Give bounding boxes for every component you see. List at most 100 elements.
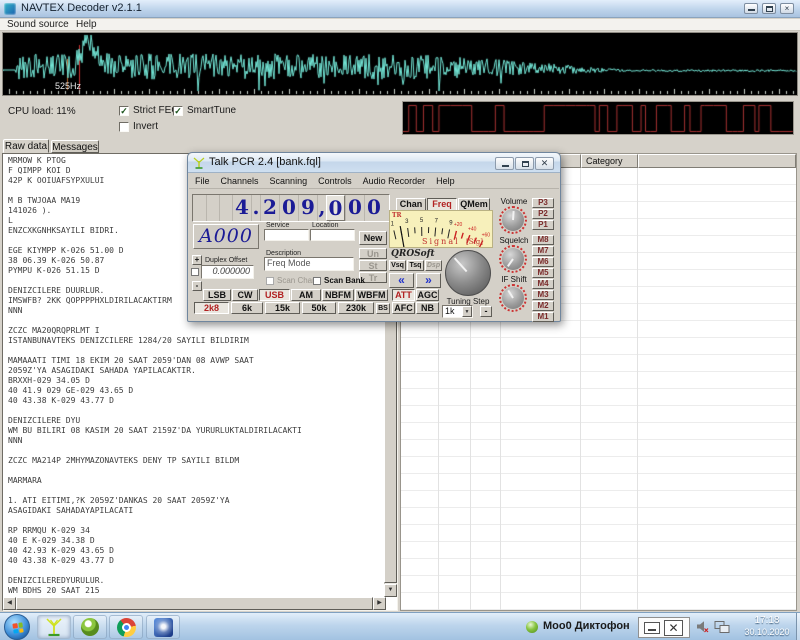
- att-button[interactable]: ATT: [392, 289, 415, 301]
- scroll-right-button[interactable]: ▶: [373, 597, 386, 610]
- mode-am-button[interactable]: AM: [291, 289, 321, 301]
- navtex-titlebar[interactable]: NAVTEX Decoder v2.1.1 ×: [0, 0, 800, 18]
- un-button[interactable]: Un: [359, 248, 387, 259]
- tp-menu-channels[interactable]: Channels: [221, 176, 259, 186]
- invert-checkbox[interactable]: Invert: [119, 121, 158, 132]
- start-button[interactable]: [4, 614, 30, 640]
- tune-down-button[interactable]: «: [389, 273, 414, 288]
- mode-lsb-button[interactable]: LSB: [203, 289, 231, 301]
- tuning-knob[interactable]: [445, 250, 491, 296]
- p2-button[interactable]: P2: [532, 209, 554, 219]
- smarttune-checkbox-box[interactable]: ✓: [173, 106, 183, 116]
- if-shift-knob[interactable]: [499, 284, 527, 312]
- smarttune-checkbox[interactable]: ✓ SmartTune: [173, 105, 236, 116]
- horizontal-scroll-thumb[interactable]: [16, 597, 373, 610]
- new-button[interactable]: New: [359, 231, 387, 245]
- frequency-digit-cell[interactable]: 0: [279, 195, 298, 221]
- tp-menu-audio-recorder[interactable]: Audio Recorder: [363, 176, 426, 186]
- network-tray-icon[interactable]: [714, 620, 730, 634]
- duplex-checkbox[interactable]: [191, 268, 199, 276]
- mode-wbfm-button[interactable]: WBFM: [355, 289, 388, 301]
- tp-menu-file[interactable]: File: [195, 176, 210, 186]
- frequency-display[interactable]: 4.209,000: [192, 194, 390, 222]
- scan-chan-checkbox[interactable]: Scan Chan: [266, 276, 317, 285]
- filter-bs-button[interactable]: BS: [376, 303, 390, 314]
- tp-menu-controls[interactable]: Controls: [318, 176, 352, 186]
- p1-button[interactable]: P1: [532, 220, 554, 230]
- dropdown-arrow-icon[interactable]: ▼: [462, 306, 472, 317]
- squelch-knob[interactable]: [499, 245, 527, 273]
- m2-button[interactable]: M2: [532, 301, 554, 311]
- tp-menu-scanning[interactable]: Scanning: [270, 176, 308, 186]
- description-input[interactable]: Freq Mode: [264, 257, 354, 271]
- tab-raw-data[interactable]: Raw data: [3, 139, 49, 153]
- tp-menu-help[interactable]: Help: [436, 176, 455, 186]
- filter-15k-button[interactable]: 15k: [265, 302, 300, 314]
- service-input[interactable]: [264, 229, 309, 241]
- m4-button[interactable]: M4: [532, 279, 554, 289]
- mode-usb-button[interactable]: USB: [259, 289, 290, 301]
- filter-230k-button[interactable]: 230k: [338, 302, 374, 314]
- vsq-button[interactable]: Vsq: [389, 260, 406, 271]
- m1-button[interactable]: M1: [532, 312, 554, 322]
- menu-help[interactable]: Help: [76, 19, 97, 31]
- restore-button[interactable]: [762, 3, 776, 14]
- agc-button[interactable]: AGC: [416, 289, 439, 301]
- taskbar-item-chrome[interactable]: [109, 615, 143, 639]
- m8-button[interactable]: M8: [532, 235, 554, 245]
- minimize-button[interactable]: [744, 3, 758, 14]
- duplex-offset-value[interactable]: 0.000000: [201, 265, 254, 279]
- moo0-close-button[interactable]: ✕: [664, 620, 683, 636]
- afc-button[interactable]: AFC: [392, 302, 415, 314]
- menu-sound-source[interactable]: Sound source: [7, 19, 69, 31]
- frequency-digit-cell[interactable]: 9: [298, 195, 317, 221]
- scan-chan-checkbox-box[interactable]: [266, 277, 274, 285]
- scan-bank-checkbox[interactable]: Scan Bank: [313, 276, 365, 285]
- column-header-blank[interactable]: [638, 154, 796, 168]
- strict-fec-checkbox-box[interactable]: ✓: [119, 106, 129, 116]
- moo0-minimize-button[interactable]: [644, 622, 660, 634]
- filter-50k-button[interactable]: 50k: [302, 302, 336, 314]
- filter-2k8-button[interactable]: 2k8: [194, 302, 229, 314]
- invert-checkbox-box[interactable]: [119, 122, 129, 132]
- m3-button[interactable]: M3: [532, 290, 554, 300]
- frequency-digit-cell[interactable]: [219, 195, 232, 221]
- tsq-button[interactable]: Tsq: [407, 260, 424, 271]
- duplex-minus-button[interactable]: -: [192, 281, 202, 291]
- taskbar-item-navtex[interactable]: [146, 615, 180, 639]
- p3-button[interactable]: P3: [532, 198, 554, 208]
- frequency-digit-cell[interactable]: ,: [317, 195, 326, 221]
- spectrum-display[interactable]: 525Hz: [2, 32, 798, 96]
- scan-bank-checkbox-box[interactable]: [313, 277, 321, 285]
- column-header-category[interactable]: Category: [581, 154, 638, 168]
- location-input[interactable]: [310, 229, 355, 241]
- filter-6k-button[interactable]: 6k: [231, 302, 263, 314]
- frequency-digit-cell[interactable]: .: [251, 195, 260, 221]
- m5-button[interactable]: M5: [532, 268, 554, 278]
- tuning-step-select[interactable]: 1k ▼: [442, 305, 473, 318]
- st-button[interactable]: St: [359, 260, 387, 271]
- frequency-digit-cell[interactable]: [193, 195, 206, 221]
- taskbar-item-moo0[interactable]: [73, 615, 107, 639]
- mode-cw-button[interactable]: CW: [232, 289, 258, 301]
- taskbar-clock[interactable]: 17:18 30.10.2020: [738, 615, 796, 639]
- frequency-digit-cell[interactable]: 0: [345, 195, 364, 221]
- talkpcr-close-button[interactable]: ✕: [535, 157, 554, 170]
- volume-knob[interactable]: [499, 206, 527, 234]
- close-button[interactable]: ×: [780, 3, 794, 14]
- duplex-plus-button[interactable]: +: [192, 255, 202, 265]
- tab-messages[interactable]: Messages: [51, 140, 99, 153]
- tune-up-button[interactable]: »: [416, 273, 441, 288]
- talkpcr-restore-button[interactable]: [515, 157, 534, 170]
- m6-button[interactable]: M6: [532, 257, 554, 267]
- moo0-tray-icon[interactable]: [526, 621, 538, 633]
- frequency-digit-cell[interactable]: 2: [260, 195, 279, 221]
- m7-button[interactable]: M7: [532, 246, 554, 256]
- strict-fec-checkbox[interactable]: ✓ Strict FEC: [119, 105, 179, 116]
- frequency-digit-cell[interactable]: 4: [232, 195, 251, 221]
- volume-muted-tray-icon[interactable]: [696, 620, 709, 633]
- frequency-digit-cell[interactable]: 0: [326, 195, 345, 221]
- talkpcr-minimize-button[interactable]: [495, 157, 514, 170]
- nb-button[interactable]: NB: [416, 302, 439, 314]
- frequency-digit-cell[interactable]: 0: [364, 195, 383, 221]
